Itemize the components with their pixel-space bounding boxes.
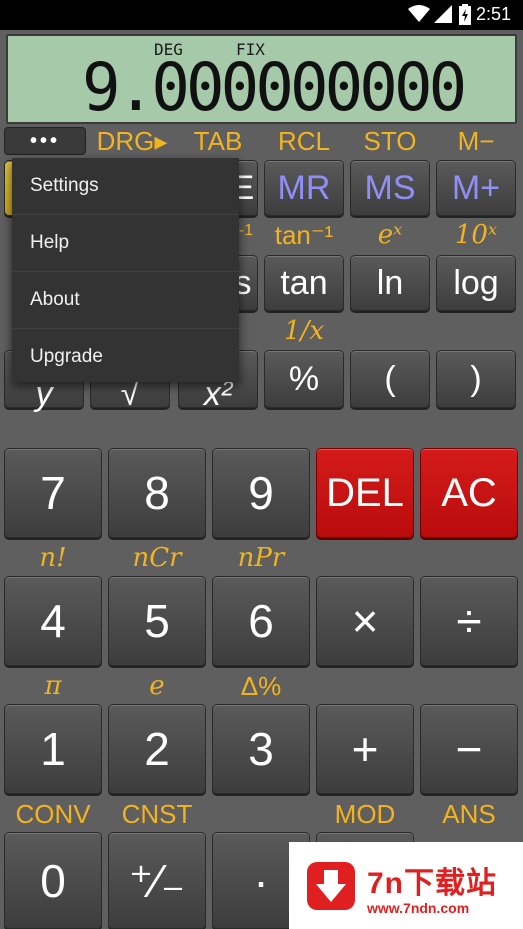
label-euler: e [149, 671, 165, 701]
label-pi: π [44, 671, 62, 701]
divide-key[interactable]: ÷ [420, 576, 518, 666]
label-e-pow-x: eˣ [377, 220, 403, 250]
digit-2-label: 2 [144, 723, 170, 775]
digit-1-label: 1 [40, 723, 66, 775]
menu-item-help[interactable]: Help [12, 215, 239, 272]
m-plus-key-label: M+ [451, 168, 501, 207]
tan-key[interactable]: tan [264, 255, 344, 311]
label-reciprocal: 1/x [284, 316, 324, 346]
label-ten-pow-x: 10ˣ [454, 220, 498, 250]
percent-key[interactable]: % [264, 350, 344, 408]
label-npr: nPr [237, 543, 285, 573]
minus-key[interactable]: − [420, 704, 518, 794]
battery-icon [459, 4, 471, 25]
label-tan-inv: tan⁻¹ [274, 220, 334, 250]
more-dots-icon: ••• [29, 129, 60, 152]
label-ans: ANS [442, 799, 496, 829]
watermark-url: www.7ndn.com [367, 900, 470, 916]
menu-item-upgrade[interactable]: Upgrade [12, 329, 239, 385]
digit-3-key[interactable]: 3 [212, 704, 310, 794]
divide-key-label: ÷ [456, 595, 482, 647]
digit-5-key[interactable]: 5 [108, 576, 206, 666]
ln-key-label: ln [376, 263, 404, 302]
digit-0-key[interactable]: 0 [4, 832, 102, 929]
label-ncr: nCr [132, 543, 182, 573]
digit-0-label: 0 [40, 854, 66, 907]
plus-key-label: + [351, 723, 379, 775]
ms-key[interactable]: MS [350, 160, 430, 216]
digit-6-key[interactable]: 6 [212, 576, 310, 666]
digit-7-key[interactable]: 7 [4, 448, 102, 538]
digit-2-key[interactable]: 2 [108, 704, 206, 794]
multiply-key[interactable]: × [316, 576, 414, 666]
digit-1-key[interactable]: 1 [4, 704, 102, 794]
mr-key-label: MR [277, 168, 331, 207]
watermark: 7n下载站 www.7ndn.com [289, 842, 523, 929]
left-paren-key-label: ( [384, 359, 396, 398]
digit-9-label: 9 [248, 467, 274, 519]
delete-key-label: DEL [326, 470, 404, 515]
multiply-key-label: × [351, 595, 379, 647]
percent-key-label: % [288, 359, 320, 398]
digit-8-label: 8 [144, 467, 170, 519]
menu-item-settings[interactable]: Settings [12, 158, 239, 215]
display-value: 9.000000000 [82, 49, 467, 126]
label-cnst: CNST [121, 799, 193, 829]
wifi-icon [408, 5, 430, 22]
menu-item-about[interactable]: About [12, 272, 239, 329]
lcd-display: DEG FIX 9.000000000 [6, 34, 517, 126]
status-time: 2:51 [475, 4, 511, 24]
all-clear-key-label: AC [441, 470, 497, 515]
label-rcl: RCL [277, 126, 330, 156]
digit-6-label: 6 [248, 595, 274, 647]
ms-key-label: MS [364, 168, 416, 207]
label-m-minus: M− [457, 126, 495, 156]
sign-toggle-key[interactable]: ⁺⁄₋ [108, 832, 206, 929]
m-plus-key[interactable]: M+ [436, 160, 516, 216]
digit-9-key[interactable]: 9 [212, 448, 310, 538]
ln-key[interactable]: ln [350, 255, 430, 311]
label-drg: DRG▸ [96, 126, 168, 156]
log-key[interactable]: log [436, 255, 516, 311]
digit-4-key[interactable]: 4 [4, 576, 102, 666]
digit-4-label: 4 [40, 595, 66, 647]
left-paren-key[interactable]: ( [350, 350, 430, 408]
digit-8-key[interactable]: 8 [108, 448, 206, 538]
digit-7-label: 7 [40, 467, 66, 519]
status-bar: 2:51 [0, 0, 523, 30]
more-options-button[interactable]: ••• [4, 127, 86, 155]
minus-key-label: − [455, 723, 483, 775]
signal-icon [434, 5, 452, 23]
label-sto: STO [363, 126, 417, 156]
tan-key-label: tan [280, 263, 328, 302]
delete-key[interactable]: DEL [316, 448, 414, 538]
digit-3-label: 3 [248, 723, 274, 775]
digit-5-label: 5 [144, 595, 170, 647]
plus-key[interactable]: + [316, 704, 414, 794]
right-paren-key[interactable]: ) [436, 350, 516, 408]
log-key-label: log [453, 263, 499, 302]
decimal-key-label: · [253, 854, 269, 907]
overflow-menu: Settings Help About Upgrade [12, 158, 239, 382]
download-icon [307, 862, 355, 910]
label-tab: TAB [193, 126, 243, 156]
label-conv: CONV [15, 799, 91, 829]
label-delta-percent: Δ% [240, 671, 282, 701]
label-factorial: n! [39, 543, 67, 573]
sign-toggle-label: ⁺⁄₋ [128, 854, 186, 907]
mr-key[interactable]: MR [264, 160, 344, 216]
label-mod: MOD [334, 799, 396, 829]
all-clear-key[interactable]: AC [420, 448, 518, 538]
right-paren-key-label: ) [470, 359, 482, 398]
watermark-title: 7n下载站 [367, 867, 498, 900]
